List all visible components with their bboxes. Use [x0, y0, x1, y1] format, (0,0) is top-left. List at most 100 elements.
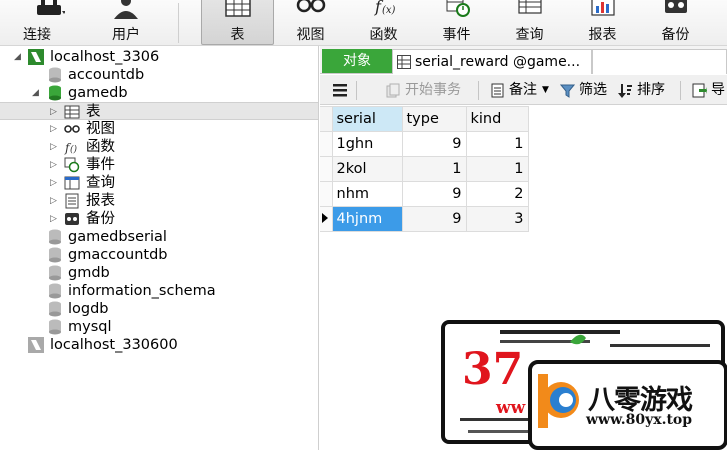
tree-item-tables[interactable]: ▷ 表: [0, 102, 318, 120]
connect-button[interactable]: 连接: [14, 0, 86, 45]
main-toolbar: 连接 用户 表 视图 f (x) 函数 事件 查询 报表 备份: [0, 0, 727, 46]
database-icon: [49, 283, 61, 299]
column-header-serial[interactable]: serial: [331, 106, 403, 132]
sort-button[interactable]: 排序: [618, 80, 674, 100]
plug-icon: [37, 0, 65, 15]
toolbar-separator: [178, 3, 179, 43]
import-button[interactable]: 导: [692, 80, 727, 100]
menu-button[interactable]: [332, 80, 352, 100]
toolbar-separator: [478, 81, 479, 100]
database-icon: [49, 67, 61, 83]
tree-db-gamedb[interactable]: ◢ gamedb: [0, 84, 318, 102]
row-indicator-header: [320, 106, 333, 132]
expand-arrow-icon[interactable]: ▷: [50, 174, 60, 192]
tree-db-gmdb[interactable]: gmdb: [0, 264, 318, 282]
watermark-url: www.80yx.top: [586, 412, 693, 428]
function-icon: f (x): [374, 0, 396, 16]
expand-arrow-icon[interactable]: ▷: [50, 120, 60, 138]
tab-objects[interactable]: 对象: [322, 49, 392, 73]
tree-db-gmaccountdb[interactable]: gmaccountdb: [0, 246, 318, 264]
column-header-type[interactable]: type: [401, 106, 467, 132]
toolbar-label-function: 函数: [369, 27, 398, 43]
collapse-arrow-icon[interactable]: ◢: [14, 48, 24, 66]
grid-cell[interactable]: 2: [465, 181, 529, 207]
tree-item-events[interactable]: ▷ 事件: [0, 156, 318, 174]
note-button[interactable]: 备注 ▼: [490, 80, 554, 100]
tree-db-logdb[interactable]: logdb: [0, 300, 318, 318]
function-button[interactable]: f (x) 函数: [347, 0, 420, 45]
expand-arrow-icon[interactable]: ▷: [50, 192, 60, 210]
table-row[interactable]: nhm 9 2: [320, 181, 529, 207]
note-icon: [491, 83, 504, 98]
hamburger-menu-icon: [333, 84, 347, 97]
tab-serial-reward-label: serial_reward @game...: [415, 54, 581, 70]
grid-cell[interactable]: 9: [401, 131, 467, 157]
collapse-arrow-icon[interactable]: ◢: [32, 84, 42, 102]
grid-cell[interactable]: 1ghn: [331, 131, 403, 157]
toolbar-label-table: 表: [230, 27, 245, 43]
tree-item-queries[interactable]: ▷ 查询: [0, 174, 318, 192]
tree-connection-localhost-3306[interactable]: ◢ localhost_3306: [0, 48, 318, 66]
svg-text:(x): (x): [382, 5, 396, 16]
view-button[interactable]: 视图: [274, 0, 347, 45]
event-button[interactable]: 事件: [420, 0, 493, 45]
row-indicator[interactable]: [320, 206, 333, 232]
tree-db-accountdb[interactable]: accountdb: [0, 66, 318, 84]
expand-arrow-icon[interactable]: ▷: [50, 156, 60, 174]
report-button[interactable]: 报表: [566, 0, 639, 45]
database-icon: [49, 301, 61, 317]
tab-bar: 对象 serial_reward @game...: [320, 46, 727, 74]
tab-serial-reward[interactable]: serial_reward @game...: [392, 49, 592, 74]
grid-cell[interactable]: 1: [465, 156, 529, 182]
begin-transaction-button[interactable]: 开始事务: [386, 80, 472, 100]
database-icon: [49, 247, 61, 263]
toolbar-label-backup: 备份: [661, 27, 690, 43]
table-row[interactable]: 1ghn 9 1: [320, 131, 529, 157]
expand-arrow-icon[interactable]: ▷: [50, 103, 60, 121]
table-row[interactable]: 4hjnm 9 3: [320, 206, 529, 232]
grid-cell[interactable]: 9: [401, 206, 467, 232]
row-indicator[interactable]: [320, 131, 333, 157]
tree-item-functions[interactable]: ▷ f () 函数: [0, 138, 318, 156]
report-icon: [65, 193, 79, 209]
tab-strip-empty: [592, 49, 727, 74]
user-icon: [114, 0, 138, 19]
table-icon: [224, 0, 251, 17]
toolbar-label-report: 报表: [588, 27, 617, 43]
grid-cell[interactable]: 9: [401, 181, 467, 207]
grid-cell[interactable]: 1: [465, 131, 529, 157]
tree-item-views[interactable]: ▷ 视图: [0, 120, 318, 138]
row-indicator[interactable]: [320, 156, 333, 182]
tree-item-backups[interactable]: ▷ 备份: [0, 210, 318, 228]
table-row[interactable]: 2kol 1 1: [320, 156, 529, 182]
toolbar-label-view: 视图: [296, 27, 325, 43]
tree-db-gamedbserial[interactable]: gamedbserial: [0, 228, 318, 246]
filter-button[interactable]: 筛选: [560, 80, 612, 100]
user-button[interactable]: 用户: [90, 0, 162, 45]
tree-db-information-schema[interactable]: information_schema: [0, 282, 318, 300]
backup-button[interactable]: 备份: [639, 0, 712, 45]
backup-icon: [664, 0, 687, 13]
glasses-icon: [296, 0, 325, 13]
table-toolbar: 开始事务 备注 ▼ 筛选 排序 导: [320, 75, 727, 105]
svg-text:(): (): [70, 144, 78, 155]
query-button[interactable]: 查询: [493, 0, 566, 45]
connection-icon: [28, 337, 44, 353]
tree-connection-localhost-330600[interactable]: localhost_330600: [0, 336, 318, 354]
tree-item-reports[interactable]: ▷ 报表: [0, 192, 318, 210]
current-row-arrow-icon: [322, 213, 328, 223]
grid-cell-selected[interactable]: 4hjnm: [331, 206, 403, 232]
expand-arrow-icon[interactable]: ▷: [50, 138, 60, 156]
grid-cell[interactable]: nhm: [331, 181, 403, 207]
column-header-kind[interactable]: kind: [465, 106, 529, 132]
row-indicator[interactable]: [320, 181, 333, 207]
toolbar-label-user: 用户: [112, 27, 140, 43]
table-button[interactable]: 表: [201, 0, 274, 45]
expand-arrow-icon[interactable]: ▷: [50, 210, 60, 228]
query-icon: [64, 176, 80, 190]
grid-cell[interactable]: 1: [401, 156, 467, 182]
table-icon: [397, 55, 411, 69]
grid-cell[interactable]: 2kol: [331, 156, 403, 182]
grid-cell[interactable]: 3: [465, 206, 529, 232]
tree-db-mysql[interactable]: mysql: [0, 318, 318, 336]
